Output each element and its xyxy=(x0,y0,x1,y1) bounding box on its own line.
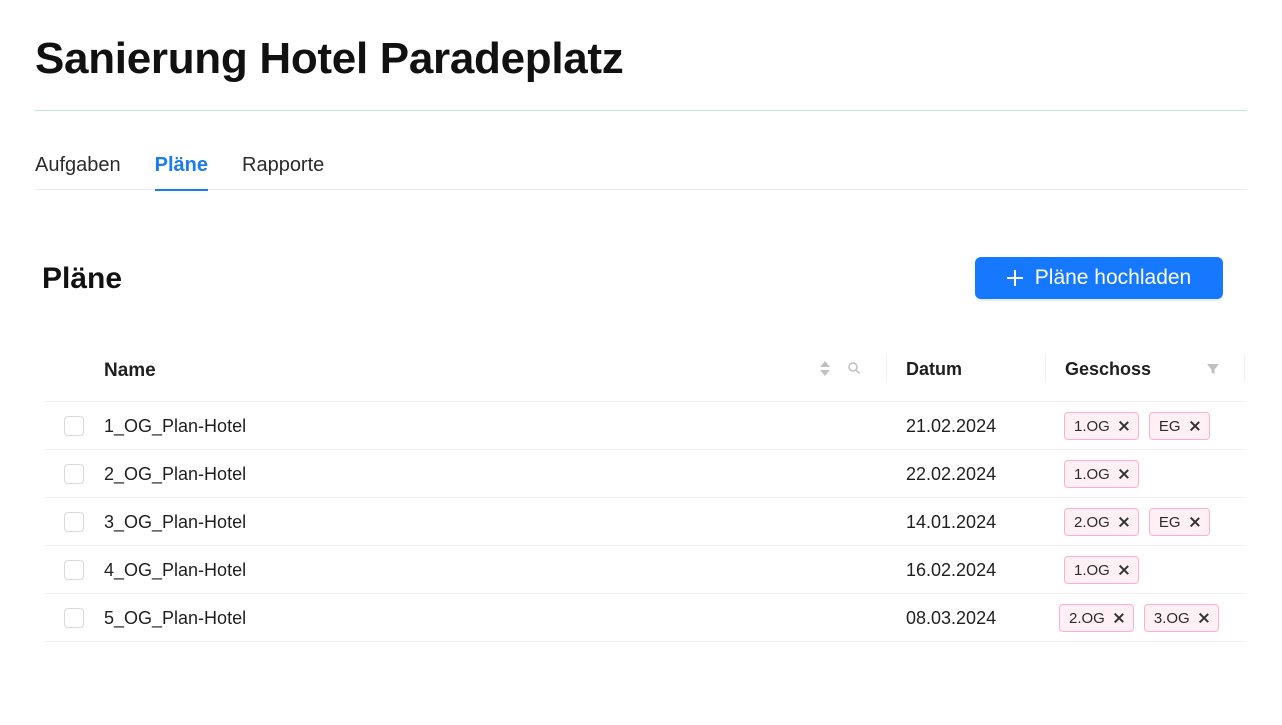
title-divider xyxy=(35,110,1247,111)
floor-tag: EG xyxy=(1148,412,1210,440)
floor-tag: 2.OG xyxy=(1059,604,1134,632)
close-icon[interactable] xyxy=(1190,421,1200,431)
search-icon[interactable] xyxy=(847,361,861,375)
filter-icon[interactable] xyxy=(1206,362,1220,376)
table-row[interactable]: 2_OG_Plan-Hotel 22.02.2024 1.OG xyxy=(44,450,1246,498)
tab-plaene[interactable]: Pläne xyxy=(154,148,209,191)
plan-name[interactable]: 5_OG_Plan-Hotel xyxy=(104,594,246,642)
floor-tags: 2.OG 3.OG xyxy=(1059,604,1229,632)
plan-name[interactable]: 2_OG_Plan-Hotel xyxy=(104,450,246,498)
plus-icon xyxy=(1006,270,1023,286)
plan-date: 22.02.2024 xyxy=(906,464,997,484)
floor-tag-label: 3.OG xyxy=(1153,609,1190,627)
table-row[interactable]: 1_OG_Plan-Hotel 21.02.2024 1.OG EG xyxy=(44,402,1246,450)
row-checkbox[interactable] xyxy=(64,464,84,484)
column-separator[interactable] xyxy=(886,354,887,382)
table-row[interactable]: 5_OG_Plan-Hotel 08.03.2024 2.OG 3.OG xyxy=(44,594,1246,642)
upload-plans-button[interactable]: Pläne hochladen xyxy=(975,257,1223,299)
floor-tag-label: 1.OG xyxy=(1074,465,1110,483)
column-header-floor: Geschoss xyxy=(1065,359,1152,379)
floor-tag-label: EG xyxy=(1158,513,1181,531)
plan-date: 08.03.2024 xyxy=(906,608,997,628)
floor-tags: 2.OG EG xyxy=(1064,508,1220,536)
column-header-date: Datum xyxy=(906,359,963,379)
plan-name[interactable]: 1_OG_Plan-Hotel xyxy=(104,402,246,450)
floor-tag-label: 2.OG xyxy=(1074,513,1110,531)
column-separator[interactable] xyxy=(1045,354,1046,382)
tab-bar: Aufgaben Pläne Rapporte xyxy=(35,148,1247,191)
table-header: Name Datum Geschoss xyxy=(44,337,1246,402)
plan-date: 14.01.2024 xyxy=(906,512,997,532)
floor-tag: 3.OG xyxy=(1143,604,1219,632)
row-checkbox[interactable] xyxy=(64,416,84,436)
row-checkbox[interactable] xyxy=(64,560,84,580)
close-icon[interactable] xyxy=(1119,565,1129,575)
plan-name[interactable]: 4_OG_Plan-Hotel xyxy=(104,546,246,594)
tab-rapporte[interactable]: Rapporte xyxy=(242,148,324,190)
tab-aufgaben[interactable]: Aufgaben xyxy=(35,148,121,190)
row-checkbox[interactable] xyxy=(64,512,84,532)
page-title: Sanierung Hotel Paradeplatz xyxy=(35,34,624,83)
floor-tag-label: EG xyxy=(1158,417,1181,435)
table-row[interactable]: 3_OG_Plan-Hotel 14.01.2024 2.OG EG xyxy=(44,498,1246,546)
column-separator[interactable] xyxy=(1244,354,1245,382)
floor-tag: 2.OG xyxy=(1064,508,1139,536)
floor-tag: 1.OG xyxy=(1064,556,1139,584)
floor-tag: 1.OG xyxy=(1064,460,1139,488)
floor-tag: 1.OG xyxy=(1064,412,1139,440)
close-icon[interactable] xyxy=(1119,517,1129,527)
floor-tag: EG xyxy=(1148,508,1210,536)
row-checkbox[interactable] xyxy=(64,608,84,628)
upload-button-label: Pläne hochladen xyxy=(1034,266,1192,289)
plan-date: 16.02.2024 xyxy=(906,560,997,580)
sort-icon[interactable] xyxy=(820,361,830,377)
floor-tag-label: 1.OG xyxy=(1074,561,1110,579)
floor-tags: 1.OG xyxy=(1064,460,1149,488)
plans-table: Name Datum Geschoss 1_OG_Plan-Hotel 21.0… xyxy=(44,337,1246,642)
plan-name[interactable]: 3_OG_Plan-Hotel xyxy=(104,498,246,546)
column-header-name: Name xyxy=(104,360,156,381)
section-title: Pläne xyxy=(42,262,123,295)
close-icon[interactable] xyxy=(1114,613,1124,623)
floor-tags: 1.OG EG xyxy=(1064,412,1220,440)
floor-tag-label: 2.OG xyxy=(1069,609,1105,627)
table-row[interactable]: 4_OG_Plan-Hotel 16.02.2024 1.OG xyxy=(44,546,1246,594)
plan-date: 21.02.2024 xyxy=(906,416,997,436)
floor-tag-label: 1.OG xyxy=(1074,417,1110,435)
close-icon[interactable] xyxy=(1190,517,1200,527)
close-icon[interactable] xyxy=(1199,613,1209,623)
close-icon[interactable] xyxy=(1119,421,1129,431)
floor-tags: 1.OG xyxy=(1064,556,1149,584)
close-icon[interactable] xyxy=(1119,469,1129,479)
